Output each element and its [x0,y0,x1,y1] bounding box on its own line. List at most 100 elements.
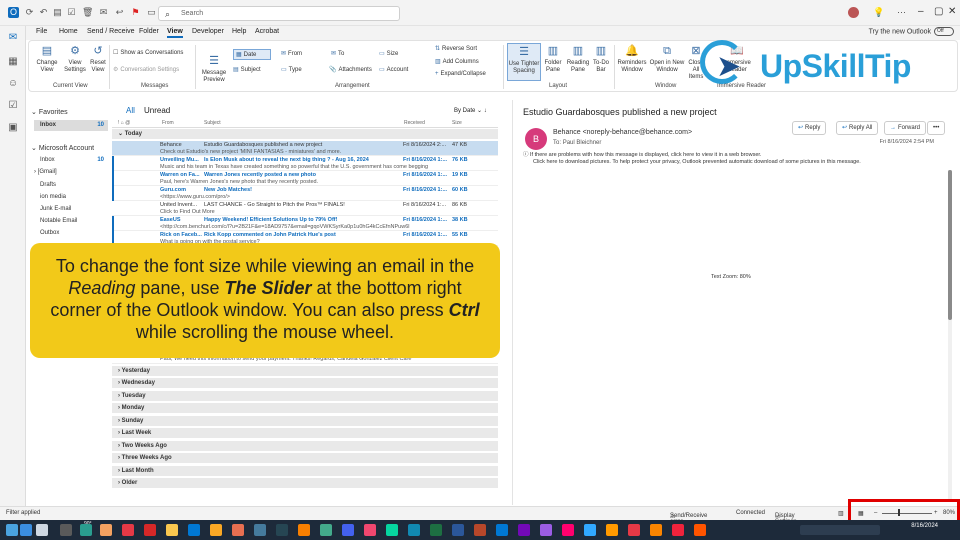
favorites-header[interactable]: ⌄ Favorites [31,108,68,116]
checkbox-icon[interactable]: ☑ [66,7,77,18]
powerpoint-icon[interactable] [474,524,486,536]
reminders-window-button[interactable]: 🔔 Reminders Window [617,45,647,74]
try-new-toggle[interactable]: Off [934,27,954,36]
weather-icon[interactable] [6,524,18,536]
avatar[interactable] [848,7,859,18]
scrollbar-thumb[interactable] [948,170,952,320]
people-nav-icon[interactable]: ☺ [7,78,19,90]
search-icon[interactable] [36,524,48,536]
opera-icon[interactable] [144,524,156,536]
group-two-weeks-ago[interactable]: › Two Weeks Ago [112,441,498,452]
minimize-icon[interactable]: – [918,6,924,17]
arrange-to-button[interactable]: ✉ To [331,50,344,57]
chrome-icon[interactable] [166,524,178,536]
group-wednesday[interactable]: › Wednesday [112,378,498,389]
indesign-icon[interactable] [562,524,574,536]
app-icon[interactable] [540,524,552,536]
flag-icon[interactable]: ⚑ [130,7,141,18]
table-row[interactable]: Unveiling Mu... Is Elon Musk about to re… [112,156,498,171]
account-header[interactable]: ⌄ Microsoft Account [31,144,94,152]
group-sunday[interactable]: › Sunday [112,416,498,427]
app-icon[interactable] [518,524,530,536]
reply-button[interactable]: ↩ Reply [792,121,827,135]
folder-drafts[interactable]: Drafts [40,182,106,188]
conversation-settings-button[interactable]: ⚙ Conversation Settings [113,66,179,73]
arrange-date-button[interactable]: ▦ Date [233,49,272,60]
folder-inbox[interactable]: Inbox 10 [40,157,106,163]
app-icon[interactable] [122,524,134,536]
app-icon[interactable] [408,524,420,536]
favorite-inbox[interactable]: Inbox 10 [40,122,106,128]
word-icon[interactable] [452,524,464,536]
edge-icon[interactable] [188,524,200,536]
menu-file[interactable]: File [36,28,47,35]
print-icon[interactable]: ▤ [52,7,63,18]
arrange-type-button[interactable]: ▭ Type [281,66,302,73]
tab-unread[interactable]: Unread [144,106,170,115]
group-today[interactable]: ⌄ Today [112,129,498,140]
table-row[interactable]: United Invent... LAST CHANCE - Go Straig… [112,201,498,216]
table-row[interactable]: Behance Estudio Guardabosques published … [112,141,498,156]
folder-icon[interactable]: ▭ [146,7,157,18]
more-icon[interactable]: ⋯ [896,7,907,18]
search-box[interactable]: ⌕ Search [158,6,400,21]
table-row[interactable]: EaseUS Happy Weekend! Efficient Solution… [112,216,498,231]
view-settings-button[interactable]: ⚙ View Settings [61,45,89,74]
arrange-subject-button[interactable]: ▤ Subject [233,66,261,73]
use-tighter-spacing-button[interactable]: ☰ Use Tighter Spacing [507,43,541,81]
reverse-sort-button[interactable]: ⇅ Reverse Sort [435,45,477,52]
app-icon[interactable] [232,524,244,536]
lightbulb-icon[interactable]: 💡 [873,7,884,18]
more-actions-button[interactable]: ••• [927,121,946,135]
menu-home[interactable]: Home [59,28,78,35]
start-icon[interactable] [20,524,32,536]
change-view-button[interactable]: ▤ Change View [33,45,61,74]
app-icon[interactable] [254,524,266,536]
app-icon[interactable] [100,524,112,536]
try-new-outlook[interactable]: Try the new Outlook Off [869,27,954,36]
app-icon[interactable] [276,524,288,536]
app-icon[interactable] [672,524,684,536]
menu-developer[interactable]: Developer [192,28,224,35]
acrobat-icon[interactable] [628,524,640,536]
normal-view-icon[interactable]: ▥ [838,510,844,517]
sync-icon[interactable]: ⟳ [24,7,35,18]
col-received[interactable]: Received [404,120,425,126]
mail-icon[interactable]: ✉ [98,7,109,18]
arrange-attachments-button[interactable]: 📎 Attachments [329,66,372,73]
expand-collapse-button[interactable]: + Expand/Collapse [435,71,486,77]
menu-send-receive[interactable]: Send / Receive [87,28,134,35]
group-monday[interactable]: › Monday [112,403,498,414]
col-from[interactable]: From [162,120,174,126]
menu-folder[interactable]: Folder [139,28,159,35]
add-columns-button[interactable]: ▥ Add Columns [435,58,479,65]
reset-view-button[interactable]: ↺ Reset View [87,45,109,74]
group-last-month[interactable]: › Last Month [112,466,498,477]
maximize-icon[interactable]: ▢ [934,6,943,17]
col-size[interactable]: Size [452,120,462,126]
table-row[interactable]: Guru.com New Job Matches! Fri 8/16/2024 … [112,186,498,201]
illustrator-icon[interactable] [606,524,618,536]
show-as-conversations-checkbox[interactable]: ☐ Show as Conversations [113,49,183,56]
folder-pane-button[interactable]: ▥ Folder Pane [541,45,565,74]
sort-by-dropdown[interactable]: By Date ⌄ ↓ [454,107,487,114]
app-icon[interactable] [364,524,376,536]
group-three-weeks-ago[interactable]: › Three Weeks Ago [112,453,498,464]
folder-outbox[interactable]: Outbox [40,230,106,236]
folder-gmail[interactable]: › [Gmail] [34,169,100,175]
apps-nav-icon[interactable]: ▣ [7,122,19,134]
arrange-account-button[interactable]: ▭ Account [379,66,408,73]
arrange-size-button[interactable]: ▭ Size [379,50,398,57]
widgets-icon[interactable] [80,524,92,536]
app-icon[interactable] [386,524,398,536]
info-bar[interactable]: ⓘ If there are problems with how this me… [523,152,943,166]
group-tuesday[interactable]: › Tuesday [112,391,498,402]
forward-button[interactable]: → Forward [884,121,927,135]
task-view-icon[interactable] [60,524,72,536]
app-icon[interactable] [694,524,706,536]
system-tray[interactable] [800,525,880,535]
app-icon[interactable] [320,524,332,536]
group-older[interactable]: › Older [112,478,498,489]
menu-acrobat[interactable]: Acrobat [255,28,279,35]
excel-icon[interactable] [430,524,442,536]
